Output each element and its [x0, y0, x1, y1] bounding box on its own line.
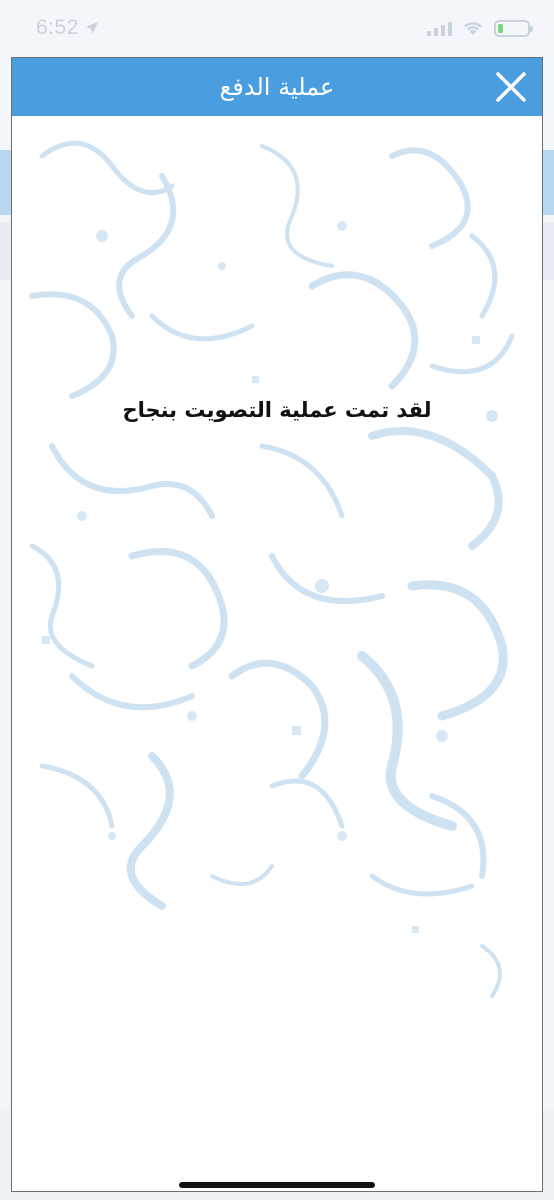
payment-modal: عملية الدفع لقد تمت عملية التصويت بنجاح — [11, 57, 543, 1192]
home-indicator[interactable] — [179, 1182, 375, 1188]
battery-level — [498, 23, 503, 33]
modal-body: لقد تمت عملية التصويت بنجاح — [12, 116, 542, 1191]
cellular-signal-icon — [427, 20, 452, 36]
wifi-icon — [464, 22, 482, 35]
calligraphy-pattern — [29, 140, 515, 998]
battery-icon — [494, 19, 533, 37]
status-time-text: 6:52 — [36, 16, 79, 39]
status-bar: 6:52 — [0, 0, 554, 56]
modal-title: عملية الدفع — [219, 73, 335, 101]
location-arrow-icon — [85, 22, 98, 34]
modal-header: عملية الدفع — [12, 58, 542, 116]
close-icon — [496, 72, 526, 102]
success-message: لقد تمت عملية التصويت بنجاح — [122, 398, 432, 422]
status-icons — [427, 19, 533, 37]
status-time: 6:52 — [36, 16, 99, 40]
close-button[interactable] — [494, 70, 528, 104]
